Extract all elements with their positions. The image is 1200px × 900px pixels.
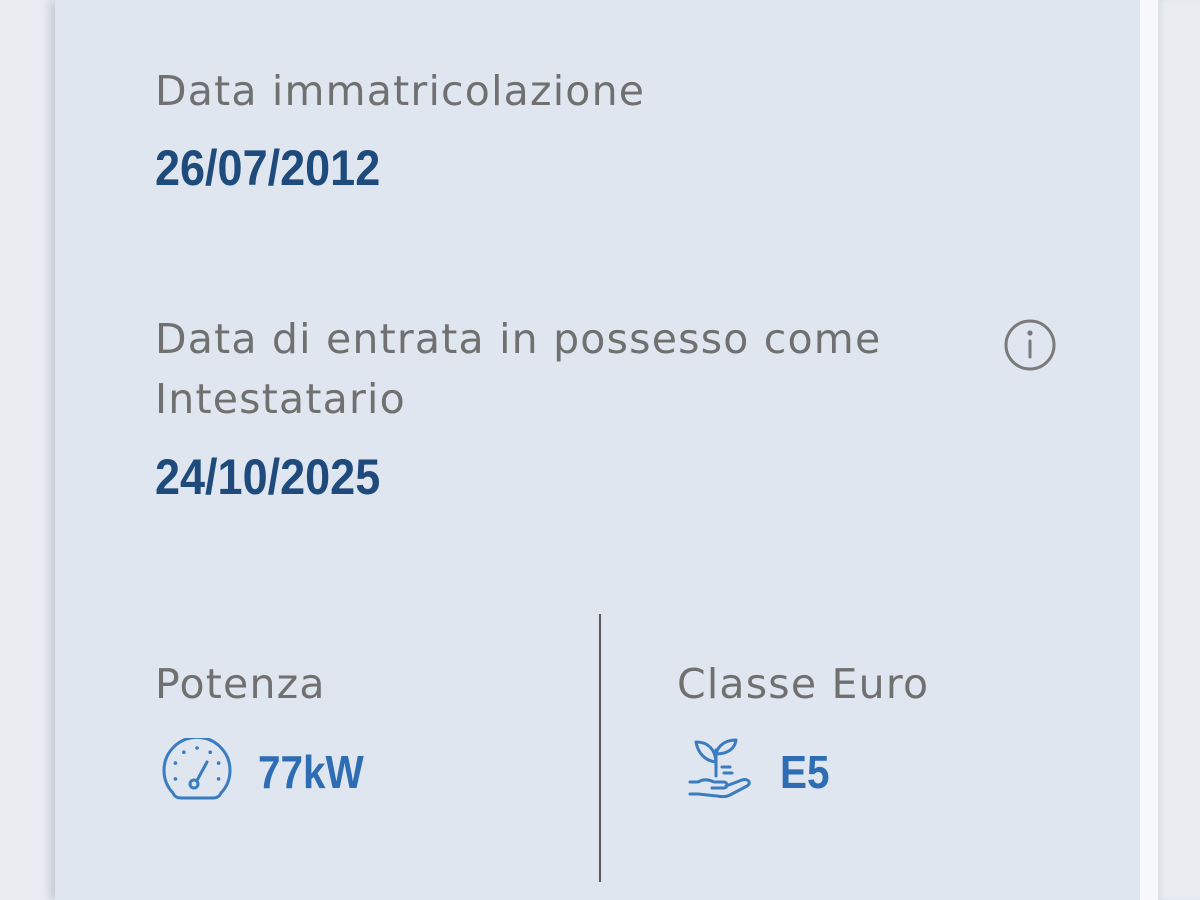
power-value: 77kW (258, 746, 364, 798)
euro-class-value: E5 (780, 746, 830, 798)
info-icon[interactable] (1002, 317, 1058, 373)
registration-date-value: 26/07/2012 (155, 140, 381, 196)
card-edge-strip (1140, 0, 1158, 900)
plant-in-hand-icon-graphic (688, 738, 751, 799)
info-icon-graphic (1004, 319, 1056, 371)
speedometer-icon-graphic (162, 738, 232, 800)
registration-date-label: Data immatricolazione (155, 67, 646, 115)
euro-class-label: Classe Euro (677, 660, 930, 708)
adjacent-card-edge (1158, 0, 1200, 900)
plant-in-hand-icon (686, 736, 756, 800)
column-divider (599, 614, 601, 882)
speedometer-icon (161, 738, 233, 802)
ownership-date-label: Data di entrata in possesso come Intesta… (155, 315, 882, 423)
ownership-date-value: 24/10/2025 (155, 449, 381, 505)
power-label: Potenza (155, 660, 326, 708)
